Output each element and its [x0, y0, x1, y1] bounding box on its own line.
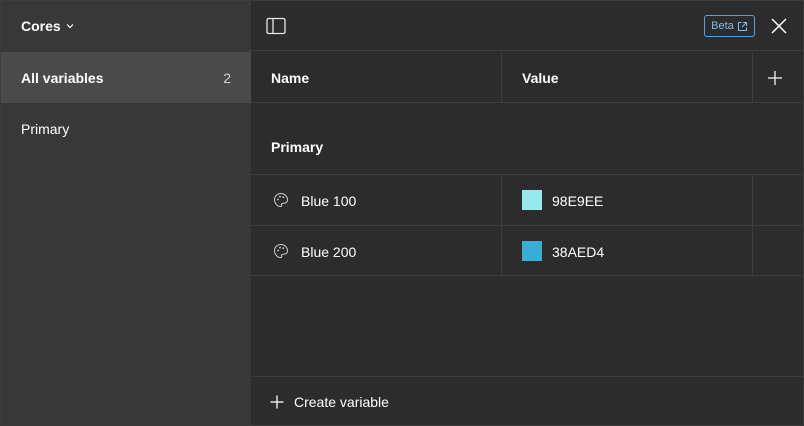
- variable-count: 2: [223, 69, 231, 86]
- variable-value[interactable]: 98E9EE: [552, 175, 603, 226]
- plus-icon: [270, 395, 284, 409]
- column-header-value: Value: [522, 69, 559, 86]
- sidebar-item-label: Primary: [21, 120, 70, 137]
- column-header-name: Name: [271, 69, 310, 86]
- table-header: Name Value: [251, 52, 803, 103]
- table-row[interactable]: Blue 100 98E9EE: [251, 174, 803, 225]
- panel-toggle-icon[interactable]: [265, 16, 287, 36]
- create-variable-button[interactable]: Create variable: [269, 391, 389, 413]
- footer: Create variable: [251, 376, 803, 425]
- column-divider: [752, 52, 753, 103]
- beta-label: Beta: [711, 20, 734, 32]
- collection-selector[interactable]: Cores: [21, 17, 75, 35]
- plus-icon[interactable]: [765, 68, 785, 88]
- sidebar-item-label: All variables: [21, 69, 104, 86]
- close-icon[interactable]: [769, 16, 789, 36]
- column-divider: [752, 175, 753, 225]
- sidebar: Cores All variables 2 Primary: [1, 1, 251, 425]
- external-link-icon: [737, 21, 747, 31]
- color-swatch[interactable]: [522, 241, 542, 261]
- column-divider: [501, 52, 502, 103]
- main-panel: Beta Name Value Primary Blue 100 98E9EE …: [251, 1, 803, 425]
- variable-value[interactable]: 38AED4: [552, 226, 604, 277]
- topbar: Beta: [251, 1, 803, 51]
- group-label: Primary: [271, 139, 324, 155]
- column-divider: [501, 226, 502, 276]
- variable-name: Blue 200: [301, 243, 357, 260]
- table-row[interactable]: Blue 200 38AED4: [251, 225, 803, 276]
- color-swatch[interactable]: [522, 190, 542, 210]
- sidebar-item-all-variables[interactable]: All variables 2: [1, 52, 251, 103]
- collection-name: Cores: [21, 18, 61, 34]
- beta-badge[interactable]: Beta: [704, 15, 755, 37]
- variables-modal: Cores All variables 2 Primary Beta Name …: [0, 0, 804, 426]
- column-divider: [501, 175, 502, 225]
- sidebar-item-primary[interactable]: Primary: [1, 103, 251, 154]
- column-divider: [752, 226, 753, 276]
- palette-icon: [273, 243, 289, 259]
- chevron-down-icon: [66, 24, 74, 29]
- palette-icon: [273, 192, 289, 208]
- create-variable-label: Create variable: [294, 394, 389, 410]
- variable-name: Blue 100: [301, 192, 357, 209]
